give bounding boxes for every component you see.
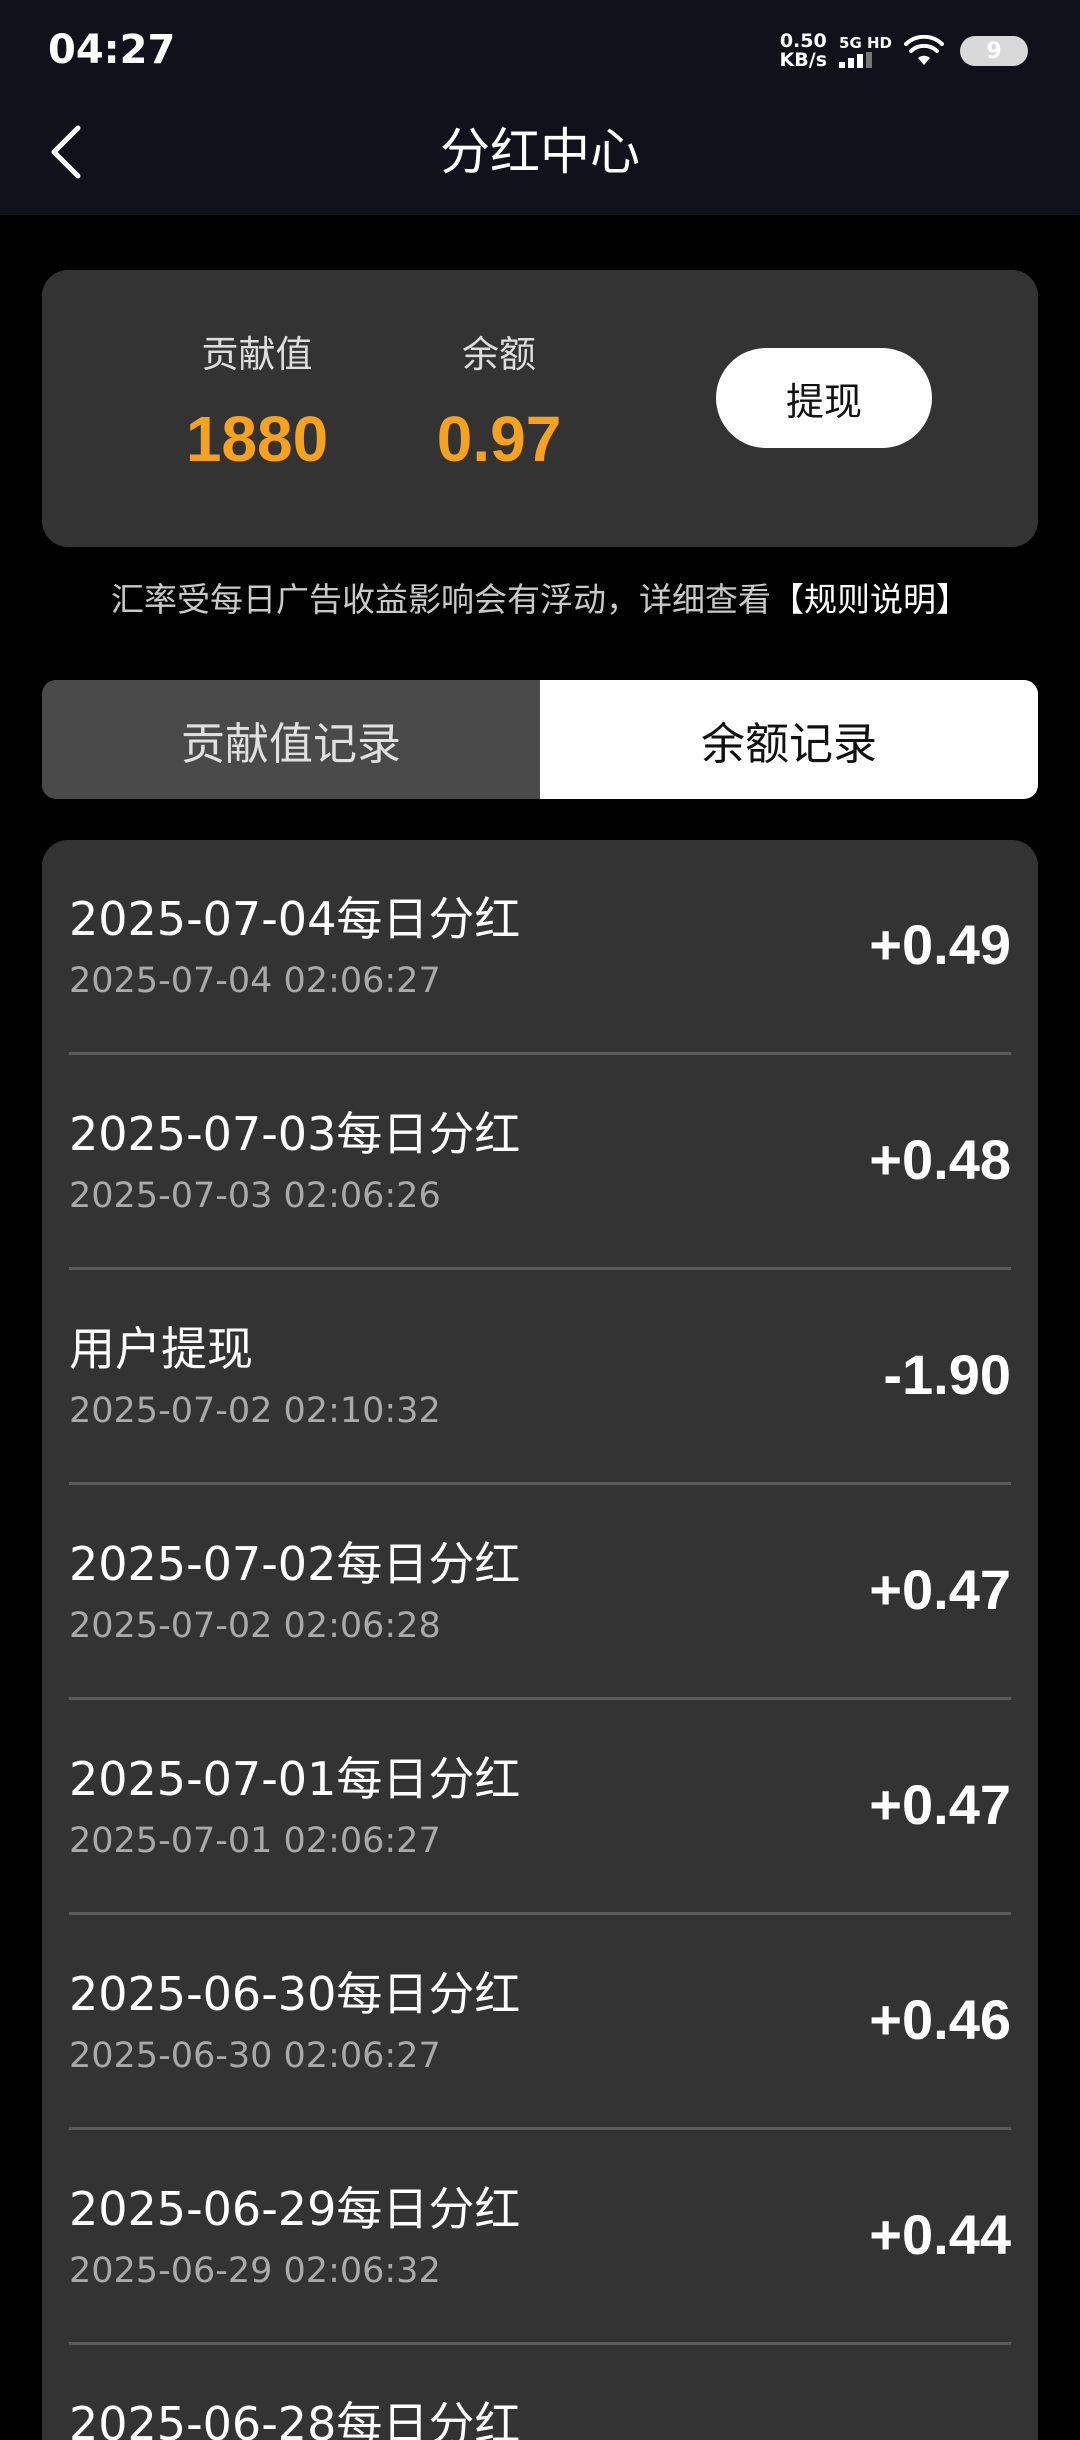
- record-item[interactable]: 2025-06-30每日分红 2025-06-30 02:06:27 +0.46: [69, 1915, 1011, 2130]
- contribution-value: 1880: [185, 403, 329, 475]
- signal-label: 5G HD: [839, 34, 892, 52]
- record-amount: +0.47: [869, 1558, 1011, 1621]
- record-amount: +0.47: [869, 1773, 1011, 1836]
- record-time: 2025-06-30 02:06:27: [69, 2036, 441, 2076]
- record-amount: -1.90: [883, 1343, 1011, 1406]
- network-speed: 0.50 KB/s: [780, 32, 827, 70]
- record-item[interactable]: 2025-06-28每日分红: [69, 2345, 1011, 2440]
- record-item[interactable]: 2025-06-29每日分红 2025-06-29 02:06:32 +0.44: [69, 2130, 1011, 2345]
- app-header: 04:27 0.50 KB/s 5G HD 9 分红中心: [0, 0, 1080, 215]
- tab-balance-records[interactable]: 余额记录: [540, 680, 1038, 799]
- rules-link[interactable]: 【规则说明】: [771, 580, 969, 619]
- record-tabs: 贡献值记录 余额记录: [42, 680, 1038, 799]
- record-item[interactable]: 2025-07-01每日分红 2025-07-01 02:06:27 +0.47: [69, 1700, 1011, 1915]
- record-title: 2025-07-02每日分红: [69, 1537, 521, 1591]
- record-item[interactable]: 用户提现 2025-07-02 02:10:32 -1.90: [69, 1270, 1011, 1485]
- cellular-signal-icon: 5G HD: [839, 34, 892, 68]
- exchange-rate-notice: 汇率受每日广告收益影响会有浮动，详细查看【规则说明】: [0, 572, 1080, 628]
- record-amount: +0.49: [869, 913, 1011, 976]
- contribution-stat: 贡献值 1880: [157, 330, 357, 474]
- record-time: 2025-07-04 02:06:27: [69, 961, 441, 1001]
- record-title: 2025-07-04每日分红: [69, 892, 521, 946]
- wifi-icon: [904, 35, 944, 65]
- record-amount: +0.48: [869, 1128, 1011, 1191]
- record-time: 2025-07-01 02:06:27: [69, 1821, 441, 1861]
- record-time: 2025-07-03 02:06:26: [69, 1176, 441, 1216]
- record-title: 用户提现: [69, 1322, 253, 1376]
- record-time: 2025-06-29 02:06:32: [69, 2251, 441, 2291]
- record-amount: +0.46: [869, 1988, 1011, 2051]
- record-title: 2025-06-30每日分红: [69, 1967, 521, 2021]
- record-item[interactable]: 2025-07-02每日分红 2025-07-02 02:06:28 +0.47: [69, 1485, 1011, 1700]
- status-icons: 0.50 KB/s 5G HD 9: [780, 28, 1028, 74]
- record-title: 2025-07-01每日分红: [69, 1752, 521, 1806]
- record-time: 2025-07-02 02:10:32: [69, 1391, 441, 1431]
- contribution-label: 贡献值: [201, 333, 313, 376]
- notice-text: 汇率受每日广告收益影响会有浮动，详细查看: [111, 580, 771, 619]
- record-item[interactable]: 2025-07-04每日分红 2025-07-04 02:06:27 +0.49: [69, 840, 1011, 1055]
- record-amount: +0.44: [869, 2203, 1011, 2266]
- status-time: 04:27: [48, 27, 176, 73]
- withdraw-button[interactable]: 提现: [716, 348, 932, 448]
- record-title: 2025-06-29每日分红: [69, 2182, 521, 2236]
- balance-stat: 余额 0.97: [399, 330, 599, 474]
- page-title: 分红中心: [440, 123, 640, 181]
- record-item[interactable]: 2025-07-03每日分红 2025-07-03 02:06:26 +0.48: [69, 1055, 1011, 1270]
- network-speed-unit: KB/s: [779, 49, 828, 71]
- tab-contribution-records[interactable]: 贡献值记录: [42, 680, 540, 799]
- summary-card: 贡献值 1880 余额 0.97 提现: [42, 270, 1038, 547]
- record-time: 2025-07-02 02:06:28: [69, 1606, 441, 1646]
- balance-record-list: 2025-07-04每日分红 2025-07-04 02:06:27 +0.49…: [42, 840, 1038, 2440]
- balance-value: 0.97: [436, 403, 562, 475]
- record-title: 2025-06-28每日分红: [69, 2397, 521, 2440]
- balance-label: 余额: [462, 333, 536, 376]
- battery-icon: 9: [960, 36, 1028, 66]
- record-title: 2025-07-03每日分红: [69, 1107, 521, 1161]
